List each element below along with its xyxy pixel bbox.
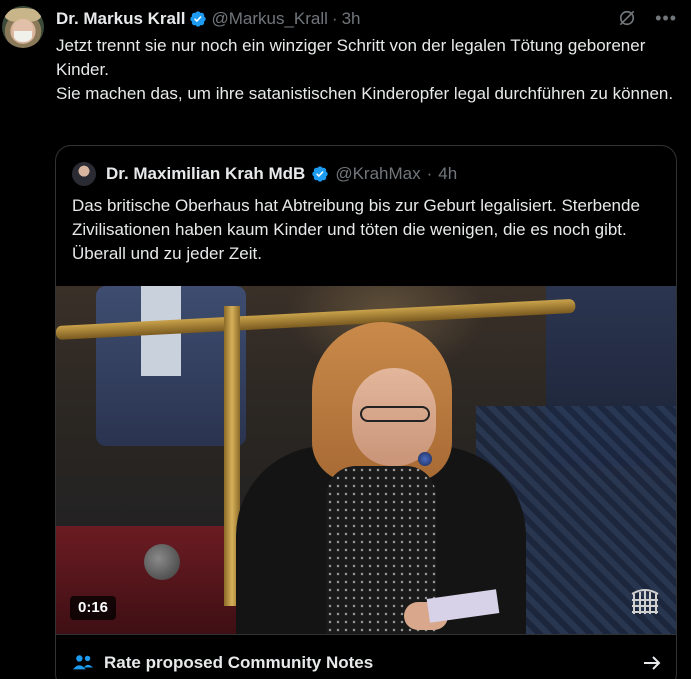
verified-badge-icon bbox=[190, 11, 207, 27]
author-name[interactable]: Dr. Markus Krall bbox=[56, 9, 185, 29]
author-handle[interactable]: @Markus_Krall bbox=[211, 9, 327, 29]
community-notes-bar[interactable]: Rate proposed Community Notes bbox=[56, 634, 676, 679]
verified-badge-icon bbox=[312, 166, 329, 182]
portcullis-icon bbox=[631, 589, 659, 614]
quoted-tweet[interactable]: Dr. Maximilian Krah MdB @KrahMax · 4h Da… bbox=[55, 145, 677, 679]
tweet-text: Jetzt trennt sie nur noch ein winziger S… bbox=[56, 34, 676, 106]
people-icon bbox=[73, 654, 93, 669]
tweet-actions-top: ••• bbox=[617, 8, 677, 28]
quoted-avatar[interactable] bbox=[72, 162, 96, 186]
tweet-time[interactable]: 3h bbox=[342, 9, 361, 29]
video-duration: 0:16 bbox=[70, 596, 117, 620]
more-icon[interactable]: ••• bbox=[655, 8, 677, 28]
quoted-author-handle[interactable]: @KrahMax bbox=[335, 164, 420, 184]
grok-icon[interactable] bbox=[617, 8, 637, 28]
microphone bbox=[144, 544, 180, 580]
video-player[interactable]: 0:16 bbox=[56, 286, 676, 634]
quoted-header: Dr. Maximilian Krah MdB @KrahMax · 4h bbox=[72, 162, 457, 186]
tweet-line: Sie machen das, um ihre satanistischen K… bbox=[56, 84, 674, 103]
tweet-header: Dr. Markus Krall @Markus_Krall · 3h bbox=[56, 8, 361, 30]
tweet[interactable]: Dr. Markus Krall @Markus_Krall · 3h ••• … bbox=[0, 0, 691, 679]
author-avatar[interactable] bbox=[2, 6, 44, 48]
separator-dot: · bbox=[331, 9, 338, 28]
quoted-author-name[interactable]: Dr. Maximilian Krah MdB bbox=[106, 164, 305, 184]
arrow-right-icon[interactable] bbox=[642, 653, 662, 673]
quoted-text: Das britische Oberhaus hat Abtreibung bi… bbox=[72, 196, 640, 263]
community-notes-label[interactable]: Rate proposed Community Notes bbox=[104, 653, 373, 673]
quoted-time[interactable]: 4h bbox=[438, 164, 457, 184]
tweet-line: Jetzt trennt sie nur noch ein winziger S… bbox=[56, 36, 646, 79]
separator-dot: · bbox=[426, 164, 433, 183]
